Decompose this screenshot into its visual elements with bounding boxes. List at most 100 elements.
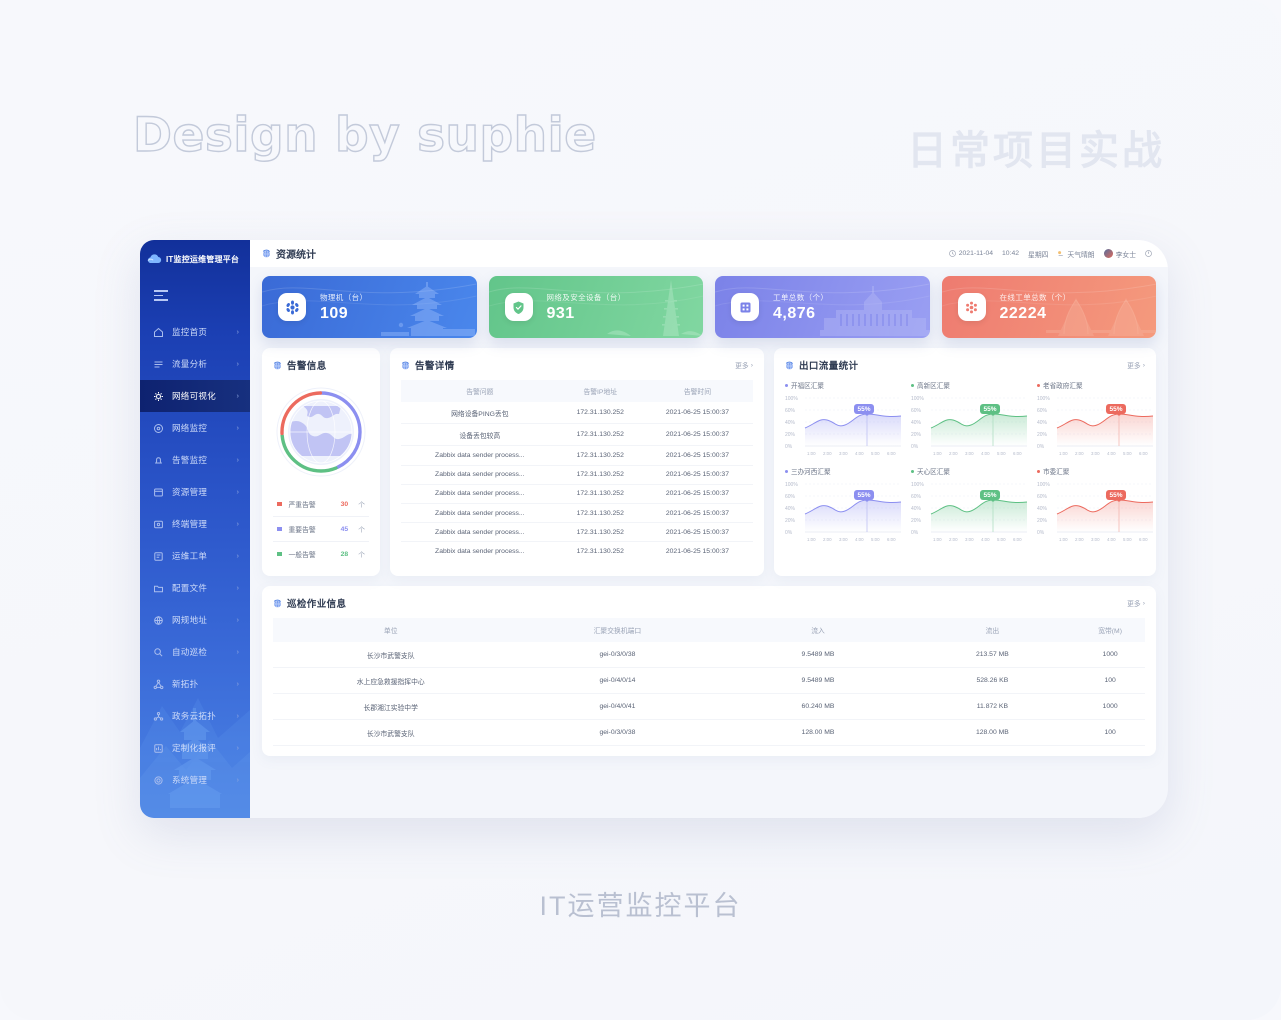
chevron-right-icon: › <box>236 519 240 529</box>
power-icon[interactable] <box>1145 250 1152 257</box>
chart-canvas: 100% 60% 40% 20% 0% 1:00 2:00 3:00 4:00 … <box>1037 478 1155 546</box>
sidebar-collapse-icon[interactable] <box>154 290 168 302</box>
cell-time: 2021-06-25 15:00:37 <box>641 465 753 485</box>
svg-text:60%: 60% <box>911 408 922 414</box>
report-icon <box>153 743 164 754</box>
panel-title: 告警详情 <box>415 361 455 372</box>
globe-icon <box>273 599 281 608</box>
topbar: 资源统计 2021-11-04 10:42 星期四 天气晴朗 李女士 <box>250 240 1168 267</box>
column-header: 单位 <box>273 618 509 642</box>
sidebar-item-label: 网规地址 <box>172 615 208 625</box>
cell-ip: 172.31.130.252 <box>558 503 642 524</box>
sidebar-item-gov-cloud-topology[interactable]: 政务云拓扑 › <box>140 700 250 732</box>
alert-detail-panel: 告警详情 更多 › 告警问题 告警IP地址 告警时间 网络设备PING丢包 172.… <box>390 348 764 576</box>
cell-bandwidth: 100 <box>1075 719 1145 746</box>
globe-icon <box>262 249 270 258</box>
cell-time: 2021-06-25 15:00:37 <box>641 484 753 504</box>
svg-text:3:00: 3:00 <box>839 451 848 456</box>
card-art-pagoda <box>380 282 475 336</box>
chart-title: 市委汇聚 <box>1037 466 1155 476</box>
chart-annotation: 55% <box>980 490 1001 500</box>
sidebar-item-alarm-monitor[interactable]: 告警监控 › <box>140 444 250 476</box>
table-row[interactable]: 长沙市武警支队 gei-0/3/0/38 9.5489 MB 213.57 MB 100… <box>273 642 1145 668</box>
card-value: 109 <box>320 304 349 322</box>
table-row[interactable]: 设备丢包较高 172.31.130.252 2021-06-25 15:00:37 <box>401 423 753 447</box>
legend-item: 一般告警 28 个 <box>273 542 369 566</box>
sidebar-item-config-file[interactable]: 配置文件 › <box>140 572 250 604</box>
table-row[interactable]: Zabbix data sender process... 172.31.130.… <box>401 542 753 561</box>
user-menu[interactable]: 李女士 <box>1103 249 1136 259</box>
sidebar-item-label: 资源管理 <box>172 487 208 497</box>
cell-port: gei-0/3/0/38 <box>508 642 727 668</box>
card-value: 931 <box>546 304 575 322</box>
legend-item: 重要告警 45 个 <box>273 517 369 542</box>
table-row[interactable]: 水上应急救援指挥中心 gei-0/4/0/14 9.5489 MB 528.26 KB… <box>273 667 1145 694</box>
cell-unit: 长沙市武警支队 <box>273 642 509 668</box>
table-row[interactable]: Zabbix data sender process... 172.31.130.… <box>401 445 753 466</box>
cell-bandwidth: 1000 <box>1075 642 1145 668</box>
stat-card-physical-machines[interactable]: 物理机（台） 109 <box>262 276 477 338</box>
stat-card-online-tickets[interactable]: 在线工单总数（个） 22224 <box>941 276 1156 338</box>
user-name: 李女士 <box>1115 251 1136 259</box>
sidebar-item-new-topology[interactable]: 新拓扑 › <box>140 668 250 700</box>
globe-icon <box>401 361 409 370</box>
column-header: 流出 <box>909 618 1076 642</box>
svg-text:20%: 20% <box>911 432 922 438</box>
svg-text:4:00: 4:00 <box>1107 451 1116 456</box>
svg-text:3:00: 3:00 <box>839 537 848 542</box>
svg-text:5:00: 5:00 <box>997 451 1006 456</box>
table-row[interactable]: 网络设备PING丢包 172.31.130.252 2021-06-25 15:00… <box>401 402 753 425</box>
cloud-topology-icon <box>153 711 164 722</box>
cell-ip: 172.31.130.252 <box>558 484 642 504</box>
sidebar-item-auto-inspect[interactable]: 自动巡检 › <box>140 636 250 668</box>
sidebar-item-flow-analysis[interactable]: 流量分析 › <box>140 348 250 380</box>
stat-card-total-tickets[interactable]: 工单总数（个） 4,876 <box>715 276 930 338</box>
svg-text:20%: 20% <box>785 518 796 524</box>
sidebar-item-resource-mgmt[interactable]: 资源管理 › <box>140 476 250 508</box>
sidebar-item-monitor-home[interactable]: 监控首页 › <box>140 316 250 348</box>
cell-port: gei-0/4/0/14 <box>508 667 727 694</box>
table-row[interactable]: Zabbix data sender process... 172.31.130.… <box>401 522 753 543</box>
svg-text:60%: 60% <box>1037 408 1048 414</box>
table-header-row: 告警问题 告警IP地址 告警时间 <box>401 380 753 402</box>
table-row[interactable]: 长沙市武警支队 gei-0/3/0/38 128.00 MB 128.00 MB 100 <box>273 719 1145 746</box>
svg-text:6:00: 6:00 <box>1139 451 1148 456</box>
cell-issue: Zabbix data sender process... <box>401 445 559 466</box>
chevron-right-icon: › <box>236 391 240 401</box>
svg-text:20%: 20% <box>1037 432 1048 438</box>
sidebar-item-terminal-mgmt[interactable]: 终端管理 › <box>140 508 250 540</box>
card-value: 22224 <box>999 304 1047 322</box>
chart-title: 老省政府汇聚 <box>1037 380 1155 390</box>
sidebar-item-label: 定制化报评 <box>172 743 217 753</box>
table-row[interactable]: 长郡湘江实验中学 gei-0/4/0/41 60.240 MB 11.872 KB 10… <box>273 693 1145 720</box>
sidebar-item-system-mgmt[interactable]: 系统管理 › <box>140 764 250 796</box>
sidebar-item-address[interactable]: 网规地址 › <box>140 604 250 636</box>
svg-text:2:00: 2:00 <box>949 451 958 456</box>
svg-text:60%: 60% <box>1037 494 1048 500</box>
stat-card-network-devices[interactable]: 网络及安全设备（台） 931 <box>488 276 703 338</box>
sidebar-item-network-visual[interactable]: 网络可视化 › <box>140 380 250 412</box>
table-row[interactable]: Zabbix data sender process... 172.31.130.… <box>401 465 753 485</box>
ticket-icon <box>153 551 164 562</box>
chevron-right-icon: › <box>236 359 240 369</box>
sidebar-item-ops-ticket[interactable]: 运维工单 › <box>140 540 250 572</box>
svg-text:40%: 40% <box>911 420 922 426</box>
panel-title: 出口流量统计 <box>799 361 859 372</box>
sidebar-item-custom-report[interactable]: 定制化报评 › <box>140 732 250 764</box>
column-header: 告警时间 <box>641 380 753 402</box>
chart-title: 开福区汇聚 <box>785 380 903 390</box>
time-text: 10:42 <box>1002 250 1020 257</box>
more-link[interactable]: 更多 › <box>735 360 753 371</box>
chart-canvas: 100% 60% 40% 20% 0% 1:00 2:00 3:00 4:00 … <box>785 478 903 546</box>
more-link[interactable]: 更多 › <box>1127 598 1145 609</box>
sidebar-item-network-monitor[interactable]: 网络监控 › <box>140 412 250 444</box>
table-row[interactable]: Zabbix data sender process... 172.31.130.… <box>401 503 753 524</box>
chevron-right-icon: › <box>236 647 240 657</box>
svg-text:5:00: 5:00 <box>871 451 880 456</box>
legend-unit: 个 <box>358 502 365 509</box>
table-row[interactable]: Zabbix data sender process... 172.31.130.… <box>401 484 753 504</box>
more-link[interactable]: 更多 › <box>1127 360 1145 371</box>
svg-text:100%: 100% <box>911 396 924 402</box>
sidebar-logo[interactable]: IT监控运维管理平台 <box>140 246 250 272</box>
legend-value: 45 <box>340 525 349 533</box>
